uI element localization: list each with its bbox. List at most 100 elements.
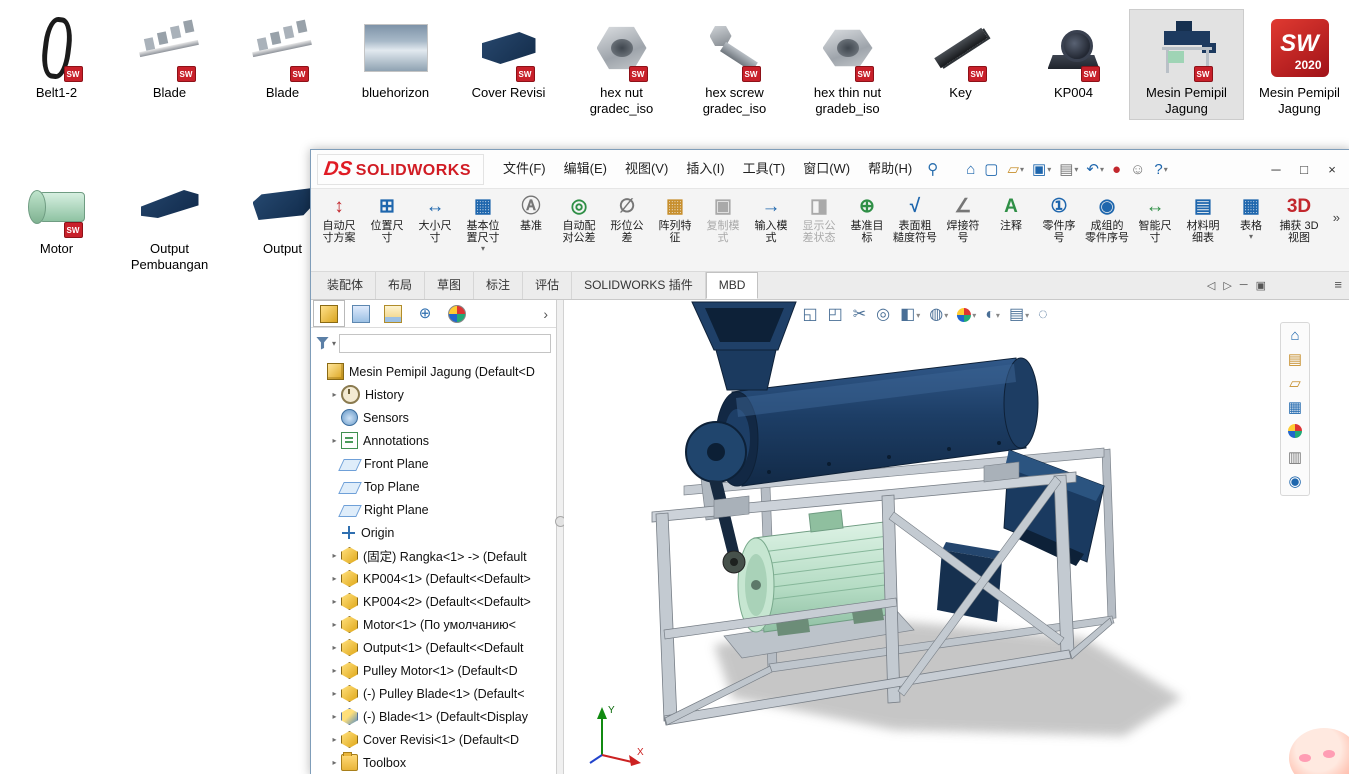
ribbon-overflow-button[interactable]: » [1329,210,1344,225]
custom-properties-icon[interactable]: ▥ [1288,450,1302,466]
expand-arrow-icon[interactable]: ▸ [328,574,341,583]
weld-symbol-button[interactable]: ∠ 焊接符 号 [939,192,987,271]
pane-minimize-icon[interactable]: ─ [1240,279,1248,291]
displaymanager-tab[interactable] [441,300,473,327]
tree-item-kp004-1[interactable]: ▸ KP004<1> (Default<<Default> [311,567,556,590]
file-explorer-icon[interactable]: ▱ [1289,376,1301,392]
assembly-3d-model[interactable] [564,300,1349,774]
expand-arrow-icon[interactable]: ▸ [328,551,341,560]
expand-arrow-icon[interactable]: ▸ [328,758,341,767]
desktop-icon-belt1-2[interactable]: SW Belt1-2 [0,10,113,119]
tree-item-pulley-motor[interactable]: ▸ Pulley Motor<1> (Default<D [311,659,556,682]
datum-target-button[interactable]: ⊕ 基准目 标 [843,192,891,271]
open-icon[interactable]: ▱ ▾ [1003,158,1028,180]
desktop-icon-motor[interactable]: SW Motor [0,166,113,275]
tree-item-output[interactable]: ▸ Output<1> (Default<<Default [311,636,556,659]
configurationmanager-tab[interactable] [377,300,409,327]
desktop-icon-mesin-pemipil-jagung-assembly[interactable]: SW Mesin Pemipil Jagung [1130,10,1243,119]
menu-insert[interactable]: 插入(I) [677,151,733,187]
desktop-icon-hex-thin-nut[interactable]: SW hex thin nut gradeb_iso [791,10,904,119]
hide-show-icon[interactable]: ◍ ▾ [926,305,951,325]
tables-button[interactable]: ▦ 表格 ▾ [1227,192,1275,271]
pin-icon[interactable]: ⚲ [927,160,938,178]
solidworks-resources-icon[interactable]: ⌂ [1290,328,1299,344]
login-icon[interactable]: ● [1108,159,1126,180]
tree-item-rangka[interactable]: ▸ (固定) Rangka<1> -> (Default [311,544,556,567]
pattern-feature-button[interactable]: ▦ 阵列特 征 [651,192,699,271]
desktop-icon-hex-nut[interactable]: SW hex nut gradec_iso [565,10,678,119]
expand-arrow-icon[interactable]: ▸ [328,620,341,629]
desktop-icon-bluehorizon[interactable]: bluehorizon [339,10,452,119]
tab-assembly[interactable]: 装配体 [315,272,376,299]
note-button[interactable]: A 注释 [987,192,1035,271]
surface-finish-button[interactable]: √ 表面粗 糙度符号 [891,192,939,271]
panel-expand-chevron-icon[interactable]: › [535,306,556,322]
expand-arrow-icon[interactable]: ▸ [328,390,341,399]
maximize-button[interactable]: □ [1290,158,1318,181]
view-settings-icon[interactable]: ▤ ▾ [1006,305,1032,325]
dynamic-annotation-icon[interactable]: ◎ [873,305,894,325]
zoom-area-icon[interactable]: ◰ [825,305,847,325]
tree-item-blade[interactable]: ▸ (-) Blade<1> (Default<Display [311,705,556,728]
menu-help[interactable]: 帮助(H) [859,151,921,187]
desktop-icon-kp004[interactable]: SW KP004 [1017,10,1130,119]
menu-view[interactable]: 视图(V) [616,151,677,187]
appearances-icon[interactable] [1288,424,1302,442]
expand-arrow-icon[interactable]: ▸ [328,436,341,445]
home-icon[interactable]: ⌂ [962,159,980,180]
expand-arrow-icon[interactable]: ▸ [328,689,341,698]
edit-appearance-icon[interactable]: ▾ [954,307,979,323]
tab-solidworks-addins[interactable]: SOLIDWORKS 插件 [572,272,706,299]
panel-splitter[interactable] [557,300,564,774]
view-palette-icon[interactable]: ▦ [1288,400,1302,416]
tree-item-annotations[interactable]: ▸ Annotations [311,429,556,452]
dimxpertmanager-tab[interactable]: ⊕ [409,300,441,327]
help-icon[interactable]: ? ▾ [1150,159,1171,180]
desktop-icon-blade-1[interactable]: SW Blade [113,10,226,119]
tree-item-right-plane[interactable]: Right Plane [311,498,556,521]
graphics-viewport[interactable]: ◱ ◰ ✂ [564,300,1349,774]
forum-icon[interactable]: ◉ [1288,474,1301,490]
tree-item-root[interactable]: Mesin Pemipil Jagung (Default<D [311,360,556,383]
expand-arrow-icon[interactable]: ▸ [328,643,341,652]
expand-arrow-icon[interactable]: ▸ [328,666,341,675]
datum-button[interactable]: Ⓐ 基准 [507,192,555,271]
pane-next-icon[interactable]: ▷ [1223,279,1231,292]
smart-dimension-button[interactable]: ↔ 智能尺 寸 [1131,192,1179,271]
display-style-icon[interactable]: ◧ ▾ [897,305,923,325]
section-view-icon[interactable]: ✂ [850,305,870,325]
tree-item-toolbox[interactable]: ▸ Toolbox [311,751,556,774]
import-scheme-button[interactable]: → 输入模 式 [747,192,795,271]
size-dimension-button[interactable]: ↔ 大小尺 寸 [411,192,459,271]
basic-location-dimension-button[interactable]: ▦ 基本位 置尺寸 ▾ [459,192,507,271]
balloon-button[interactable]: ① 零件序 号 [1035,192,1083,271]
tree-item-kp004-2[interactable]: ▸ KP004<2> (Default<<Default> [311,590,556,613]
desktop-icon-blade-2[interactable]: SW Blade [226,10,339,119]
bom-button[interactable]: ▤ 材料明 细表 [1179,192,1227,271]
tab-annotation[interactable]: 标注 [474,272,523,299]
magnifier-icon[interactable]: ◌ [1035,305,1052,325]
design-library-icon[interactable]: ▤ [1288,352,1302,368]
desktop-icon-mesin-pemipil-jagung-app[interactable]: SW 2020 Mesin Pemipil Jagung [1243,10,1349,119]
menu-edit[interactable]: 编辑(E) [555,151,616,187]
copy-scheme-button[interactable]: ▣ 复制模 式 [699,192,747,271]
close-button[interactable]: × [1318,158,1346,181]
menu-tools[interactable]: 工具(T) [734,151,795,187]
print-icon[interactable]: ▤ ▾ [1055,158,1082,180]
expand-arrow-icon[interactable]: ▸ [328,597,341,606]
geometric-tolerance-button[interactable]: ∅ 形位公 差 [603,192,651,271]
taskpane-toggle-icon[interactable]: ≡ [1334,272,1342,298]
menu-file[interactable]: 文件(F) [494,151,555,187]
tree-item-pulley-blade[interactable]: ▸ (-) Pulley Blade<1> (Default< [311,682,556,705]
auto-dimension-scheme-button[interactable]: ↕ 自动尺 寸方案 [315,192,363,271]
tree-item-sensors[interactable]: Sensors [311,406,556,429]
apply-scene-icon[interactable]: ◐ ▾ [982,305,1003,325]
tree-filter-input[interactable] [339,334,551,353]
pane-restore-icon[interactable]: ▣ [1256,279,1266,292]
minimize-button[interactable]: ─ [1262,158,1290,181]
filter-icon[interactable] [316,337,329,350]
tab-mbd[interactable]: MBD [706,272,759,299]
tab-sketch[interactable]: 草图 [425,272,474,299]
desktop-icon-output-pembuangan[interactable]: Output Pembuangan [113,166,226,275]
tree-item-history[interactable]: ▸ History [311,383,556,406]
